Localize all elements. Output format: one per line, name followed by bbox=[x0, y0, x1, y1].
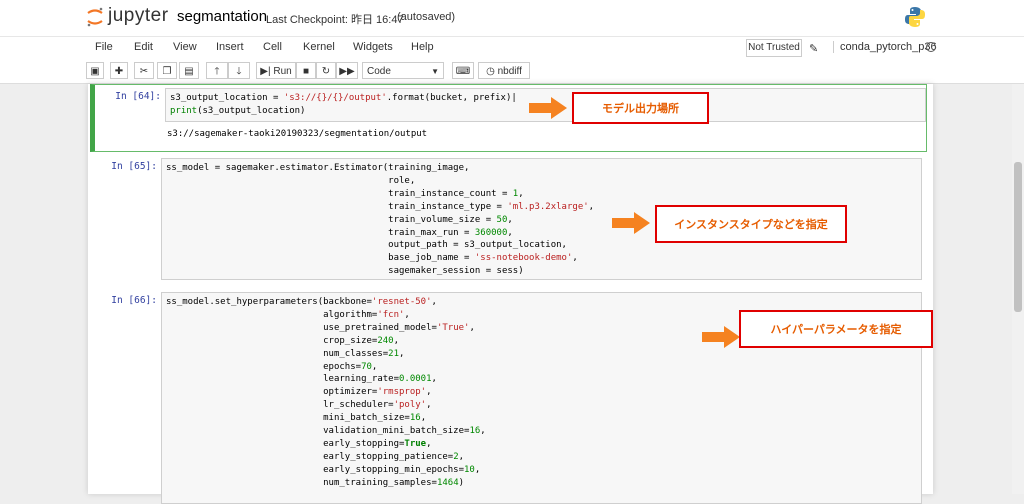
paste-icon: ▤ bbox=[184, 66, 194, 77]
jupyter-logo-text[interactable]: jupyter bbox=[108, 5, 169, 27]
orange-arrow-icon bbox=[529, 97, 567, 119]
vertical-scrollbar[interactable] bbox=[1012, 84, 1024, 494]
pencil-icon[interactable]: ✎ bbox=[809, 42, 818, 55]
kernel-name[interactable]: conda_pytorch_p36 bbox=[833, 41, 937, 53]
save-button[interactable]: ▣ bbox=[86, 62, 104, 79]
insert-cell-button[interactable]: ✚ bbox=[110, 62, 128, 79]
last-checkpoint: Last Checkpoint: 昨日 16:47 bbox=[266, 14, 404, 26]
step-forward-icon: ▶| bbox=[260, 66, 271, 77]
run-button[interactable]: ▶| Run bbox=[256, 62, 296, 79]
menu-kernel[interactable]: Kernel bbox=[303, 41, 335, 53]
code-cell-64[interactable]: In [64]: s3_output_location = 's3://{}/{… bbox=[90, 84, 927, 152]
caret-down-icon: ▼ bbox=[431, 67, 439, 76]
toolbar: ▣ ✚ ✂ ❐ ▤ 🡑 🡓 ▶| Run ■ ↻ ▶▶ Code ▼ ⌨ ◷ nb… bbox=[0, 60, 1024, 84]
menu-cell[interactable]: Cell bbox=[263, 41, 282, 53]
orange-arrow-icon bbox=[612, 212, 650, 234]
cell-output: s3://sagemaker-taoki20190323/segmentatio… bbox=[167, 129, 428, 139]
scissors-icon: ✂ bbox=[139, 66, 149, 77]
run-label: Run bbox=[273, 66, 292, 77]
history-icon: ◷ bbox=[486, 66, 495, 77]
python-logo-icon bbox=[905, 7, 925, 27]
notebook-header: jupyter segmantation Last Checkpoint: 昨日… bbox=[0, 0, 1024, 36]
restart-button[interactable]: ↻ bbox=[316, 62, 336, 79]
autosave-status: (autosaved) bbox=[397, 11, 456, 23]
command-palette-button[interactable]: ⌨ bbox=[452, 62, 474, 79]
annotation-hyperparameters: ハイパーパラメータを指定 bbox=[739, 310, 933, 348]
jupyter-logo-icon[interactable] bbox=[86, 7, 104, 27]
keyboard-icon: ⌨ bbox=[455, 66, 471, 77]
cell-prompt: In [64]: bbox=[115, 91, 161, 102]
interrupt-button[interactable]: ■ bbox=[296, 62, 316, 79]
kernel-idle-icon bbox=[926, 42, 936, 52]
menu-bar: File Edit View Insert Cell Kernel Widget… bbox=[0, 36, 1024, 61]
move-down-button[interactable]: 🡓 bbox=[228, 62, 250, 79]
save-icon: ▣ bbox=[90, 66, 100, 77]
scrollbar-thumb[interactable] bbox=[1014, 162, 1022, 312]
restart-icon: ↻ bbox=[321, 66, 331, 77]
copy-button[interactable]: ❐ bbox=[157, 62, 177, 79]
menu-file[interactable]: File bbox=[95, 41, 113, 53]
cut-button[interactable]: ✂ bbox=[134, 62, 154, 79]
notebook-name[interactable]: segmantation bbox=[177, 8, 267, 25]
cell-type-select[interactable]: Code ▼ bbox=[362, 62, 444, 79]
menu-view[interactable]: View bbox=[173, 41, 197, 53]
copy-icon: ❐ bbox=[162, 66, 172, 77]
notebook-area: In [64]: s3_output_location = 's3://{}/{… bbox=[0, 84, 1012, 504]
paste-button[interactable]: ▤ bbox=[179, 62, 199, 79]
menu-help[interactable]: Help bbox=[411, 41, 434, 53]
arrow-down-icon: 🡓 bbox=[236, 66, 242, 77]
annotation-output-location: モデル出力場所 bbox=[572, 92, 709, 124]
cell-type-value: Code bbox=[367, 66, 391, 77]
notebook-page: In [64]: s3_output_location = 's3://{}/{… bbox=[88, 84, 933, 504]
plus-icon: ✚ bbox=[114, 66, 124, 77]
arrow-up-icon: 🡑 bbox=[214, 66, 220, 77]
nbdiff-label: nbdiff bbox=[497, 66, 522, 77]
cell-prompt: In [66]: bbox=[111, 295, 157, 306]
stop-icon: ■ bbox=[302, 66, 310, 77]
menu-insert[interactable]: Insert bbox=[216, 41, 244, 53]
orange-arrow-icon bbox=[702, 326, 740, 348]
trust-button[interactable]: Not Trusted bbox=[746, 39, 802, 57]
annotation-instance-type: インスタンスタイプなどを指定 bbox=[655, 205, 847, 243]
nbdiff-button[interactable]: ◷ nbdiff bbox=[478, 62, 530, 79]
move-up-button[interactable]: 🡑 bbox=[206, 62, 228, 79]
restart-run-all-button[interactable]: ▶▶ bbox=[336, 62, 358, 79]
fast-forward-icon: ▶▶ bbox=[339, 66, 355, 77]
menu-edit[interactable]: Edit bbox=[134, 41, 153, 53]
cell-prompt: In [65]: bbox=[111, 161, 157, 172]
menu-widgets[interactable]: Widgets bbox=[353, 41, 393, 53]
